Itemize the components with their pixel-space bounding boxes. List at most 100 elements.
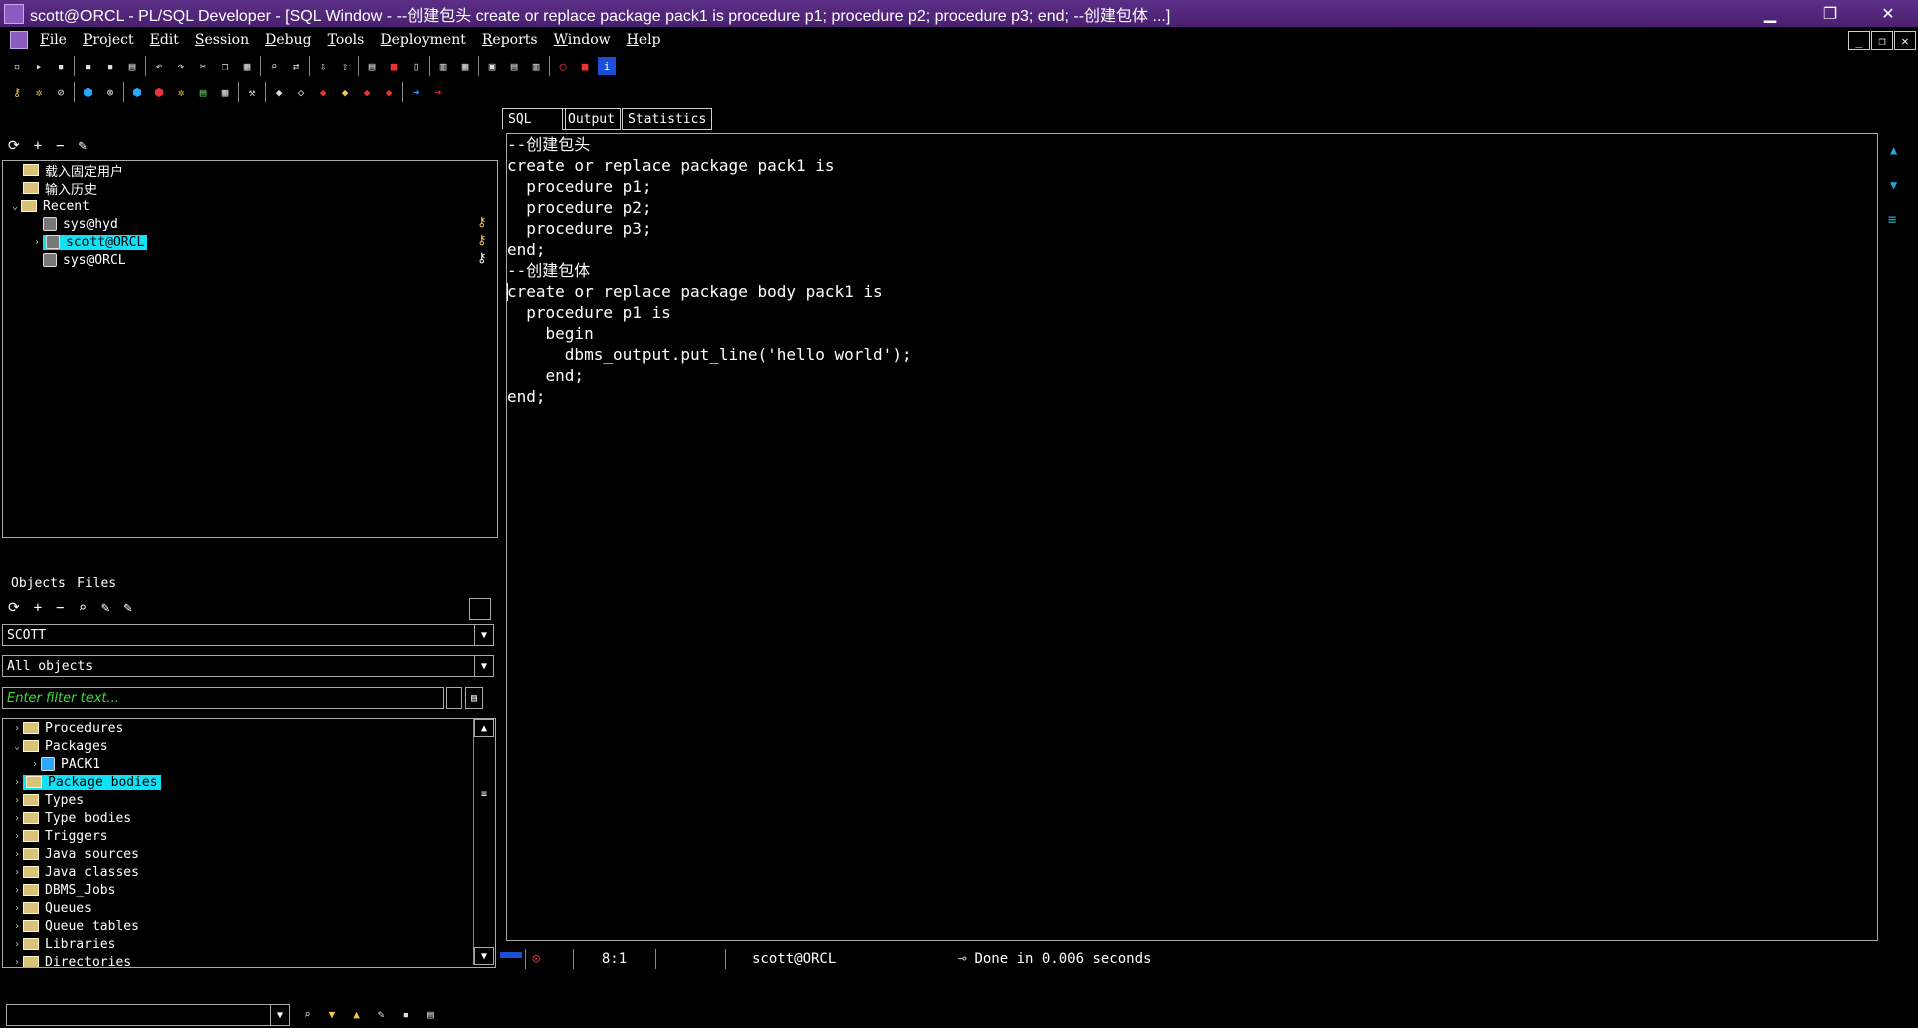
highlight-icon[interactable]: ✎: [378, 1008, 385, 1021]
rollback-icon[interactable]: ⬢: [150, 83, 168, 101]
connection-refresh-icon[interactable]: ⟳: [8, 138, 20, 154]
tab-output[interactable]: Output: [562, 108, 621, 130]
bottom-select[interactable]: ▼: [6, 1004, 290, 1026]
open-icon[interactable]: ▸: [30, 57, 48, 75]
menu-debug[interactable]: Debug: [257, 32, 319, 48]
new-icon[interactable]: ▫: [8, 57, 26, 75]
browser-refresh-icon[interactable]: ⟳: [8, 600, 20, 616]
filter-input[interactable]: Enter filter text...: [2, 687, 444, 709]
key-search-icon[interactable]: ⚷: [477, 251, 487, 266]
chevron-right-icon[interactable]: ›: [31, 237, 43, 248]
document-icon[interactable]: ▯: [407, 57, 425, 75]
tab-sql[interactable]: SQL: [502, 108, 566, 129]
chevron-down-icon[interactable]: ▼: [270, 1005, 289, 1025]
filter-clear-button[interactable]: [446, 687, 462, 709]
commit-icon[interactable]: ⬢: [128, 83, 146, 101]
restore-button[interactable]: ❐: [1800, 0, 1860, 27]
code-line[interactable]: procedure p1 is: [507, 302, 671, 323]
template-icon[interactable]: ▦: [216, 83, 234, 101]
menu-edit[interactable]: Edit: [142, 32, 187, 48]
find-icon[interactable]: ⌕: [304, 1008, 311, 1021]
cascade-icon[interactable]: ▣: [483, 57, 501, 75]
chevron-right-icon[interactable]: ›: [11, 777, 23, 788]
tree-item-sys-orcl[interactable]: sys@ORCL: [43, 251, 126, 269]
redo-icon[interactable]: ↷: [172, 57, 190, 75]
code-line[interactable]: procedure p3;: [507, 218, 651, 239]
code-line[interactable]: --创建包头: [507, 134, 590, 155]
filter-options-icon[interactable]: ▤: [465, 687, 483, 709]
scroll-down-icon[interactable]: ▼: [474, 947, 494, 965]
tree-item-libraries[interactable]: › Libraries: [11, 935, 115, 953]
connection-add-button[interactable]: +: [34, 138, 42, 154]
bookmark-red-icon[interactable]: ◆: [314, 83, 332, 101]
mdi-restore-button[interactable]: ❐: [1871, 31, 1893, 50]
tree-item-directories[interactable]: › Directories: [11, 953, 131, 968]
object-type-select[interactable]: All objects ▼: [2, 655, 494, 677]
save-as-icon[interactable]: ▪: [101, 57, 119, 75]
scroll-thumb[interactable]: ≡: [474, 779, 494, 809]
tile-icon[interactable]: ▦: [456, 57, 474, 75]
export-icon[interactable]: ⇧: [336, 57, 354, 75]
chevron-right-icon[interactable]: ›: [11, 957, 23, 968]
tree-item-java-sources[interactable]: › Java sources: [11, 845, 139, 863]
tree-item-dbms-jobs[interactable]: › DBMS_Jobs: [11, 881, 115, 899]
chevron-right-icon[interactable]: ›: [11, 885, 23, 896]
tree-item-java-classes[interactable]: › Java classes: [11, 863, 139, 881]
arrow-down-icon[interactable]: ▼: [1890, 178, 1897, 192]
code-line[interactable]: end;: [507, 365, 585, 386]
browser-add-icon[interactable]: +: [34, 600, 42, 616]
explain-icon[interactable]: ▤: [194, 83, 212, 101]
code-line[interactable]: create or replace package pack1 is: [507, 155, 835, 176]
menu-tools[interactable]: Tools: [320, 32, 373, 48]
cut-icon[interactable]: ✂: [194, 57, 212, 75]
copy-icon[interactable]: ❐: [216, 57, 234, 75]
execute-icon[interactable]: ⬢: [79, 83, 97, 101]
tree-item-scott-orcl[interactable]: › scott@ORCL: [31, 233, 148, 251]
menu-help[interactable]: Help: [619, 32, 669, 48]
bookmark-yellow-icon[interactable]: ◆: [336, 83, 354, 101]
window-list-icon[interactable]: ▥: [434, 57, 452, 75]
menu-window[interactable]: Window: [546, 32, 619, 48]
browser-filter-icon[interactable]: ✎: [123, 600, 131, 616]
layout-icon[interactable]: ▤: [505, 57, 523, 75]
owner-select[interactable]: SCOTT ▼: [2, 624, 494, 646]
tree-item-queues[interactable]: › Queues: [11, 899, 92, 917]
browser-remove-icon[interactable]: −: [56, 600, 64, 616]
menu-session[interactable]: Session: [187, 32, 257, 48]
tree-item-triggers[interactable]: › Triggers: [11, 827, 108, 845]
tree-item-sys-hyd[interactable]: sys@hyd: [43, 215, 118, 233]
object-tree-scrollbar[interactable]: ▲ ≡ ▼: [473, 719, 494, 965]
code-line[interactable]: --创建包体: [507, 260, 590, 281]
layout-toggle-icon[interactable]: ≡: [1888, 212, 1896, 228]
tab-statistics[interactable]: Statistics: [622, 108, 713, 130]
pdf-icon[interactable]: ■: [385, 57, 403, 75]
code-line[interactable]: end;: [507, 386, 546, 407]
chevron-down-icon[interactable]: ⌄: [11, 741, 23, 752]
chevron-right-icon[interactable]: ›: [11, 831, 23, 842]
chevron-right-icon[interactable]: ›: [11, 939, 23, 950]
tree-item-package-bodies[interactable]: › Package bodies: [11, 773, 161, 791]
save-all-icon[interactable]: ▪: [52, 57, 70, 75]
close-button[interactable]: ✕: [1858, 0, 1918, 27]
debug-icon[interactable]: ✲: [172, 83, 190, 101]
undo-icon[interactable]: ↶: [150, 57, 168, 75]
forward-arrow-icon[interactable]: ➜: [429, 83, 447, 101]
chevron-down-icon[interactable]: ▼: [474, 625, 493, 645]
connection-edit-icon[interactable]: ✎: [79, 138, 87, 154]
mdi-close-button[interactable]: ✕: [1894, 31, 1916, 50]
chevron-down-icon[interactable]: ▼: [474, 656, 493, 676]
tool-icon[interactable]: ⚒: [243, 83, 261, 101]
code-line[interactable]: dbms_output.put_line('hello world');: [507, 344, 912, 365]
chevron-right-icon[interactable]: ›: [11, 921, 23, 932]
oracle-icon[interactable]: ◯: [554, 57, 572, 75]
connect-icon[interactable]: ⚷: [8, 83, 26, 101]
paste-icon[interactable]: ▦: [238, 57, 256, 75]
menu-deployment[interactable]: Deployment: [372, 32, 474, 48]
chevron-right-icon[interactable]: ›: [11, 903, 23, 914]
info-icon[interactable]: i: [598, 57, 616, 75]
settings-icon[interactable]: ✲: [30, 83, 48, 101]
code-line[interactable]: begin: [507, 323, 594, 344]
code-line[interactable]: end;: [507, 239, 546, 260]
stop-icon[interactable]: ⊗: [101, 83, 119, 101]
pdf-export-icon[interactable]: ■: [576, 57, 594, 75]
